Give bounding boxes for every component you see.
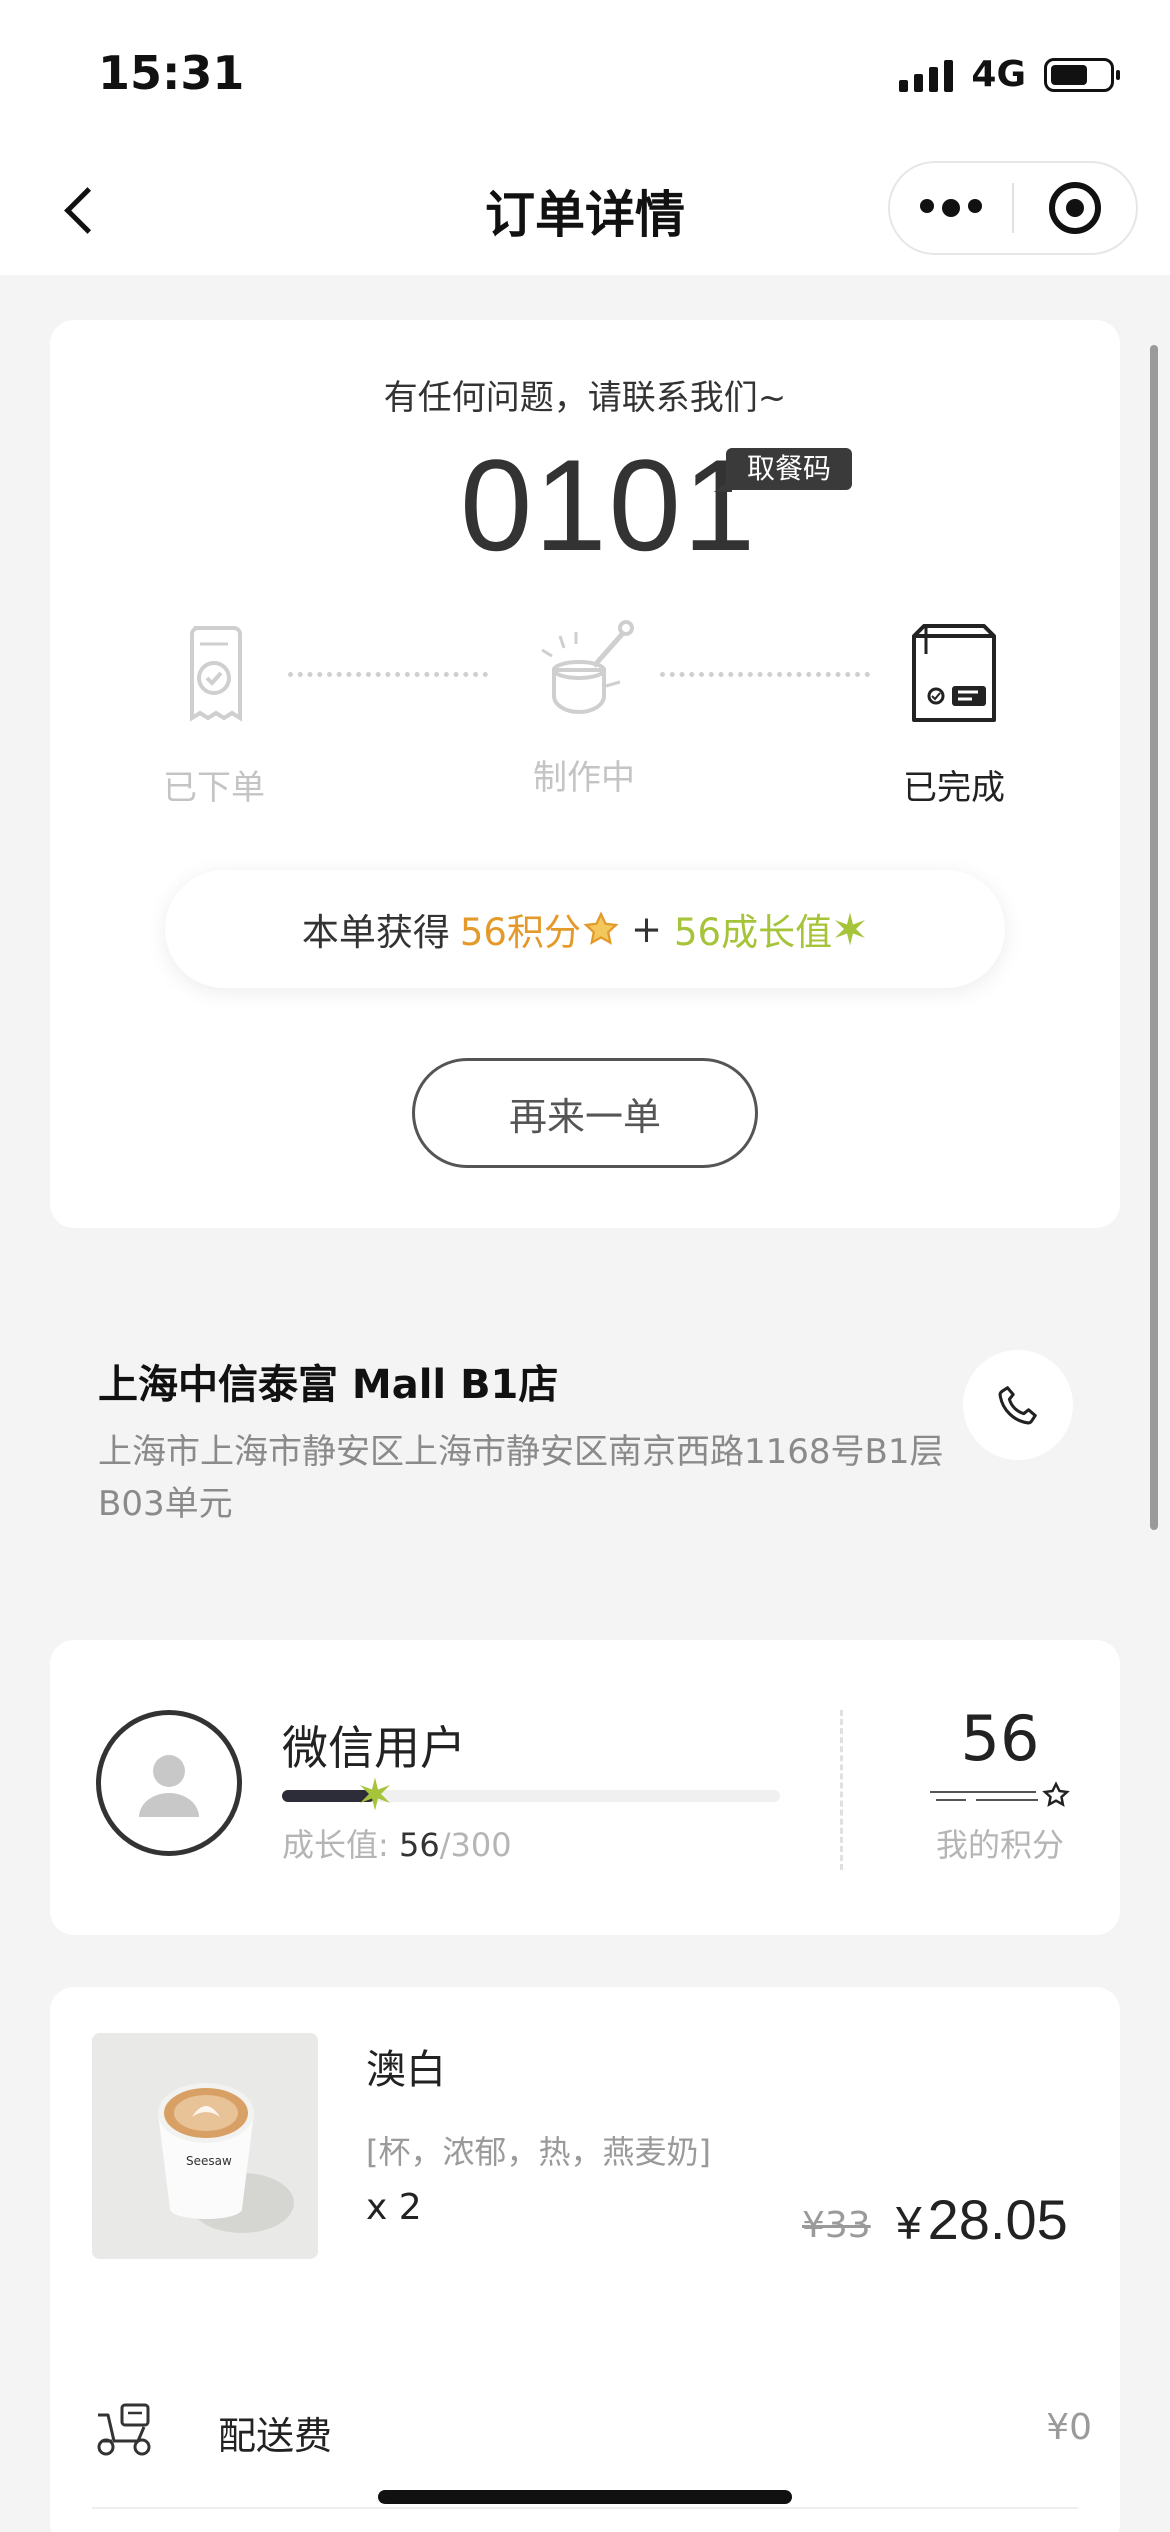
contact-text: 有任何问题，请联系我们~: [383, 378, 787, 418]
sparkle-icon: [360, 1777, 390, 1811]
currency-symbol: ¥: [896, 2197, 922, 2249]
status-bar: 15:31 4G: [0, 0, 1170, 145]
nav-bar: 订单详情: [0, 145, 1170, 275]
growth-total: /300: [439, 1826, 512, 1864]
earned-rewards: 本单获得 56积分 + 56成长值: [165, 870, 1005, 988]
earned-points: 56积分: [459, 911, 581, 954]
user-avatar-icon: [139, 1755, 199, 1817]
more-icon[interactable]: [890, 199, 1012, 217]
sparkle-icon: [835, 912, 866, 946]
store-address: 上海市上海市静安区上海市静安区南京西路1168号B1层B03单元: [98, 1432, 944, 1524]
battery-icon: [1044, 57, 1120, 92]
cooking-pot-icon: [524, 610, 644, 720]
step-completed: 已完成: [864, 620, 1044, 809]
divider: [92, 2507, 1078, 2509]
delivery-fee-row: 配送费 ¥0: [92, 2397, 1092, 2467]
svg-text:Seesaw: Seesaw: [186, 2154, 232, 2168]
step-ordered: 已下单: [124, 620, 304, 809]
product-image: Seesaw: [92, 2033, 318, 2259]
order-status-card: 有任何问题，请联系我们~ 0101 取餐码 已下单 制作中 已完成 本单获得 5…: [50, 320, 1120, 1228]
earn-prefix: 本单获得: [301, 911, 450, 954]
scrollbar[interactable]: [1150, 345, 1158, 1530]
user-name: 微信用户: [282, 1721, 466, 1775]
step-label: 已完成: [903, 768, 1005, 808]
order-items-card: Seesaw 澳白 [杯，浓郁，热，燕麦奶] x 2 ¥33 ¥28.05 配送…: [50, 1987, 1120, 2532]
call-store-button[interactable]: [963, 1350, 1073, 1460]
star-icon: [930, 1781, 1070, 1807]
status-icons: 4G: [899, 54, 1120, 95]
step-label: 已下单: [163, 768, 265, 808]
store-name: 上海中信泰富 Mall B1店: [98, 1362, 559, 1408]
my-points-value[interactable]: 56: [910, 1702, 1090, 1775]
original-price: ¥33: [802, 2205, 871, 2246]
product-quantity: x 2: [366, 2187, 422, 2228]
star-icon: [583, 911, 619, 945]
current-price: ¥28.05: [896, 2187, 1068, 2252]
growth-value: 成长值: 56/300: [282, 1820, 512, 1866]
scooter-icon: [97, 2403, 151, 2456]
status-time: 15:31: [98, 46, 245, 100]
bag-icon: [894, 620, 1014, 730]
order-progress: 已下单 制作中 已完成: [50, 620, 1120, 820]
step-label: 制作中: [533, 758, 635, 798]
avatar[interactable]: [96, 1710, 242, 1856]
reorder-button[interactable]: 再来一单: [412, 1058, 758, 1168]
price-amount: 28.05: [927, 2188, 1068, 2251]
pickup-code: 0101: [460, 432, 758, 578]
network-type: 4G: [971, 54, 1026, 95]
earned-growth: 56成长值: [674, 911, 833, 954]
receipt-icon: [154, 620, 274, 730]
product-spec: [杯，浓郁，热，燕麦奶]: [366, 2133, 711, 2171]
delivery-fee-label: 配送费: [218, 2414, 333, 2458]
pickup-code-badge: 取餐码: [714, 448, 852, 492]
growth-progress-bar: [282, 1777, 780, 1811]
member-divider: [840, 1710, 843, 1870]
progress-connector: [660, 672, 870, 677]
home-indicator[interactable]: [378, 2490, 792, 2504]
my-points-label: 我的积分: [935, 1826, 1064, 1864]
signal-icon: [899, 58, 954, 92]
mini-program-capsule: [888, 161, 1138, 255]
earn-plus: +: [630, 907, 662, 951]
progress-connector: [288, 672, 488, 677]
member-card: 微信用户 成长值: 56/300 56 我的积分: [50, 1640, 1120, 1935]
phone-icon: [998, 1386, 1037, 1425]
growth-current: 56: [398, 1826, 440, 1864]
product-name: 澳白: [366, 2047, 446, 2093]
growth-label: 成长值:: [282, 1826, 389, 1864]
target-icon[interactable]: [1014, 182, 1136, 234]
step-preparing: 制作中: [494, 610, 674, 799]
delivery-fee-value: ¥0: [1046, 2407, 1092, 2448]
